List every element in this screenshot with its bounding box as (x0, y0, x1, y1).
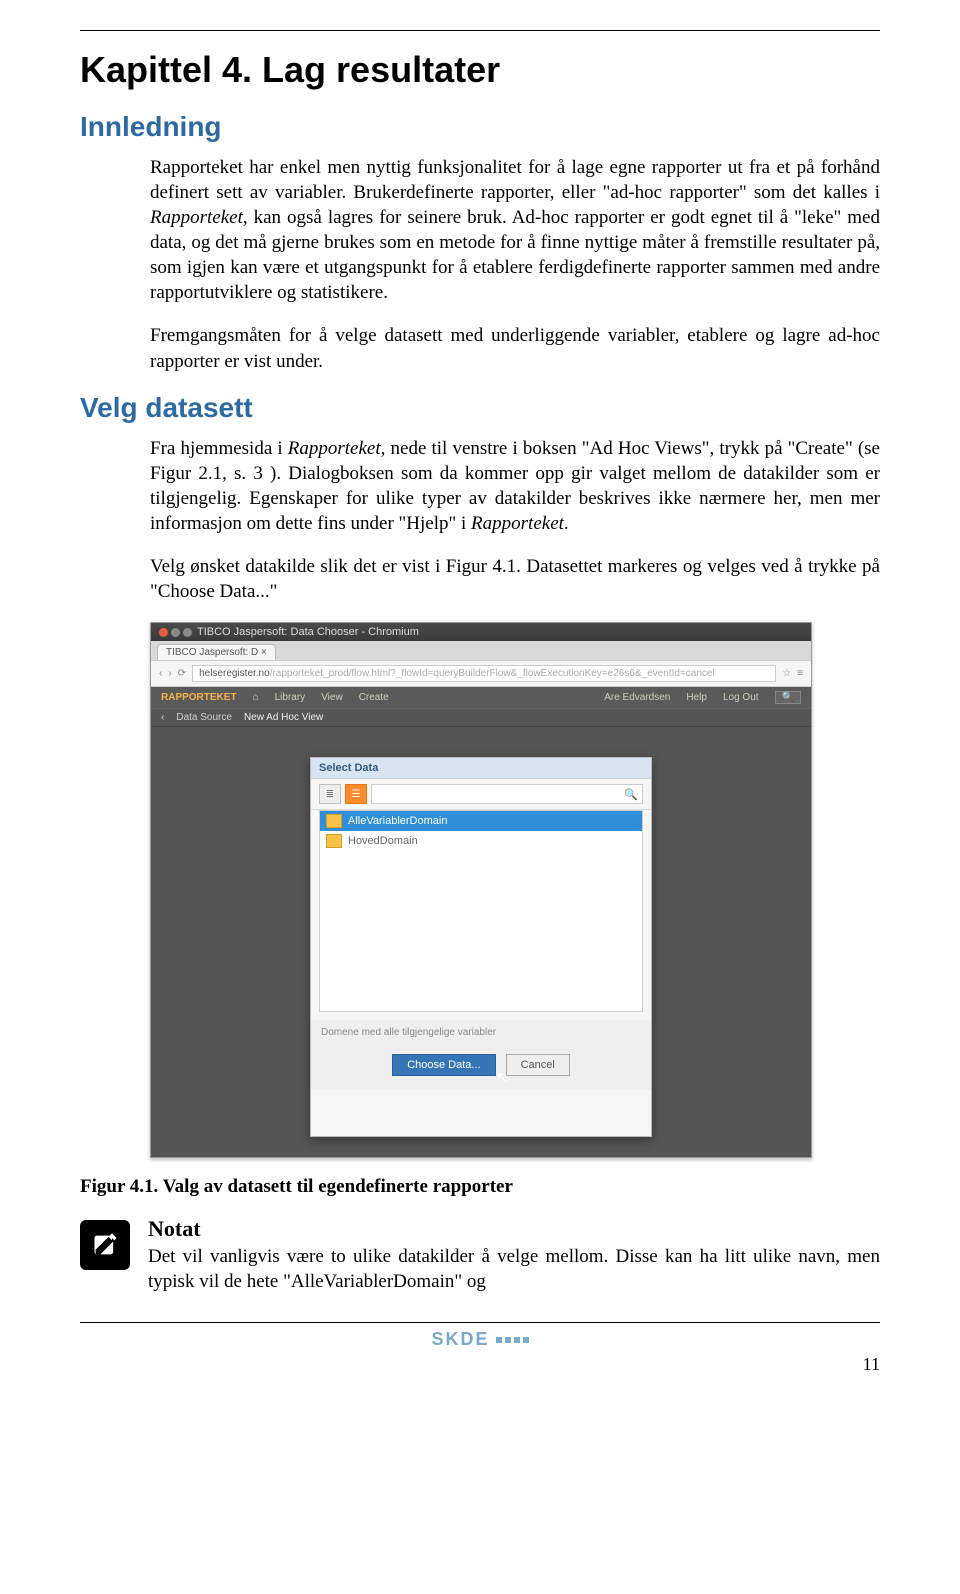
para1-text-a: Rapporteket har enkel men nyttig funksjo… (150, 157, 880, 203)
menu-user[interactable]: Are Edvardsen (604, 692, 670, 703)
logo-text: SKDE (431, 1329, 489, 1350)
footer-logo: SKDE (80, 1329, 880, 1350)
browser-forward-icon[interactable]: › (168, 668, 171, 679)
menu-home-icon[interactable]: ⌂ (253, 692, 259, 703)
top-rule (80, 30, 880, 31)
dialog-list: AlleVariablerDomain HovedDomain (319, 810, 643, 1012)
bar-datasource[interactable]: Data Source (176, 712, 232, 723)
dialog-search-input[interactable]: 🔍 (371, 784, 643, 804)
app-body: Select Data ≣ ☰ 🔍 AlleVariablerDomain Ho… (151, 727, 811, 1157)
menu-library[interactable]: Library (275, 692, 306, 703)
page-number: 11 (80, 1354, 880, 1375)
list-item-selected[interactable]: AlleVariablerDomain (320, 811, 642, 831)
figure-screenshot: TIBCO Jaspersoft: Data Chooser - Chromiu… (150, 622, 812, 1158)
para1-rapporteket: Rapporteket (150, 207, 243, 228)
para3-rapporteket-1: Rapporteket (288, 438, 381, 459)
para3-rapporteket-2: Rapporteket (471, 513, 564, 534)
app-brand[interactable]: RAPPORTEKET (161, 692, 237, 703)
list-view-icon[interactable]: ☰ (345, 784, 367, 804)
search-icon: 🔍 (624, 788, 638, 801)
para3-text-a: Fra hjemmesida i (150, 438, 288, 459)
select-data-dialog: Select Data ≣ ☰ 🔍 AlleVariablerDomain Ho… (310, 757, 652, 1137)
para3-text-e: . (564, 513, 569, 534)
browser-tab[interactable]: TIBCO Jaspersoft: D × (157, 644, 276, 660)
menu-search-icon[interactable]: 🔍 (775, 691, 801, 704)
choose-data-button[interactable]: Choose Data... (392, 1054, 495, 1076)
url-path: /rapporteket_prod/flow.html?_flowId=quer… (270, 668, 715, 679)
url-host: helseregister.no (199, 668, 270, 679)
bookmark-star-icon[interactable]: ☆ (782, 668, 791, 679)
paragraph-1: Rapporteket har enkel men nyttig funksjo… (150, 155, 880, 305)
logo-dots-icon (496, 1337, 529, 1343)
browser-tabstrip: TIBCO Jaspersoft: D × (151, 641, 811, 660)
chapter-title: Kapittel 4. Lag resultater (80, 49, 880, 91)
section-velg-datasett: Velg datasett (80, 392, 880, 424)
dialog-title: Select Data (311, 758, 651, 779)
menu-view[interactable]: View (321, 692, 343, 703)
dialog-buttons: Choose Data... Cancel (311, 1044, 651, 1090)
list-item[interactable]: HovedDomain (320, 831, 642, 851)
dialog-footer-text: Domene med alle tilgjengelige variabler (311, 1020, 651, 1044)
cancel-button[interactable]: Cancel (506, 1054, 570, 1076)
folder-icon (326, 814, 342, 828)
window-controls[interactable] (159, 628, 192, 637)
maximize-icon[interactable] (183, 628, 192, 637)
paragraph-4: Velg ønsket datakilde slik det er vist i… (150, 554, 880, 604)
menu-logout[interactable]: Log Out (723, 692, 759, 703)
window-titlebar: TIBCO Jaspersoft: Data Chooser - Chromiu… (151, 623, 811, 641)
menu-create[interactable]: Create (359, 692, 389, 703)
section-innledning: Innledning (80, 111, 880, 143)
note-icon (80, 1220, 130, 1270)
figure-caption: Figur 4.1. Valg av datasett til egendefi… (80, 1176, 880, 1198)
close-icon[interactable] (159, 628, 168, 637)
browser-reload-icon[interactable]: ⟳ (178, 668, 186, 679)
tree-view-icon[interactable]: ≣ (319, 784, 341, 804)
list-item-label-selected: AlleVariablerDomain (348, 815, 447, 827)
paragraph-2: Fremgangsmåten for å velge datasett med … (150, 323, 880, 373)
list-item-label: HovedDomain (348, 835, 418, 847)
menu-help[interactable]: Help (686, 692, 707, 703)
note-body: Det vil vanligvis være to ulike datakild… (148, 1244, 880, 1294)
app-secondbar: ‹ Data Source New Ad Hoc View (151, 708, 811, 727)
browser-back-icon[interactable]: ‹ (159, 668, 162, 679)
paragraph-3: Fra hjemmesida i Rapporteket, nede til v… (150, 436, 880, 536)
browser-urlbar-row: ‹ › ⟳ helseregister.no/rapporteket_prod/… (151, 660, 811, 687)
bar-newview: New Ad Hoc View (244, 712, 323, 723)
note-heading: Notat (148, 1216, 880, 1242)
minimize-icon[interactable] (171, 628, 180, 637)
browser-menu-icon[interactable]: ≡ (797, 668, 803, 679)
dialog-toolbar: ≣ ☰ 🔍 (311, 779, 651, 810)
bottom-rule (80, 1322, 880, 1323)
toggle-icon[interactable]: ‹ (161, 712, 164, 723)
para1-text-c: , kan også lagres for seinere bruk. Ad-h… (150, 207, 880, 303)
app-menubar: RAPPORTEKET ⌂ Library View Create Are Ed… (151, 687, 811, 708)
window-title: TIBCO Jaspersoft: Data Chooser - Chromiu… (197, 626, 419, 638)
folder-icon (326, 834, 342, 848)
browser-urlbar[interactable]: helseregister.no/rapporteket_prod/flow.h… (192, 665, 776, 682)
